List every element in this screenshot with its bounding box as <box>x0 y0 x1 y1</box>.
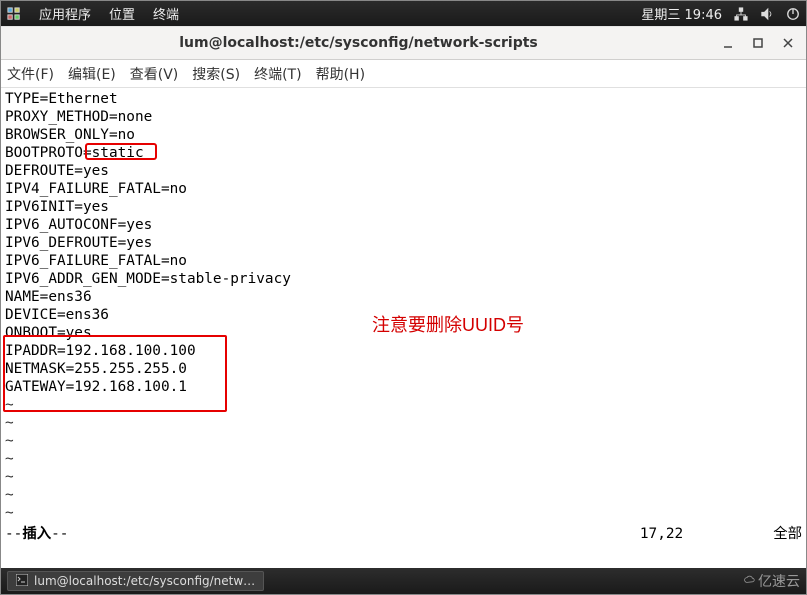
config-line: IPV6INIT=yes <box>5 198 806 216</box>
close-button[interactable] <box>778 33 798 53</box>
vim-mode-prefix: -- <box>5 525 22 543</box>
config-line: IPV6_ADDR_GEN_MODE=stable-privacy <box>5 270 806 288</box>
apps-launcher-icon[interactable] <box>7 7 21 21</box>
window-title: lum@localhost:/etc/sysconfig/network-scr… <box>9 35 708 51</box>
network-icon[interactable] <box>734 7 748 21</box>
config-line: IPV4_FAILURE_FATAL=no <box>5 180 806 198</box>
terminal-area[interactable]: TYPE=Ethernet PROXY_METHOD=none BROWSER_… <box>1 88 806 566</box>
vim-tilde: ~ <box>5 504 806 522</box>
power-icon[interactable] <box>786 7 800 21</box>
bottom-taskbar: lum@localhost:/etc/sysconfig/netw… 亿速云 <box>1 568 806 594</box>
cloud-icon <box>744 574 756 589</box>
vim-tilde: ~ <box>5 432 806 450</box>
annotation-text: 注意要删除UUID号 <box>372 316 524 334</box>
watermark-text: 亿速云 <box>758 571 800 591</box>
vim-status-line: -- 插入 -- 17,22 全部 <box>5 525 802 543</box>
vim-tilde: ~ <box>5 486 806 504</box>
vim-mode-suffix: -- <box>51 525 68 543</box>
minimize-button[interactable] <box>718 33 738 53</box>
config-line: BROWSER_ONLY=no <box>5 126 806 144</box>
config-line: TYPE=Ethernet <box>5 90 806 108</box>
config-line: PROXY_METHOD=none <box>5 108 806 126</box>
menu-applications[interactable]: 应用程序 <box>39 4 91 23</box>
clock-text[interactable]: 星期三 19:46 <box>641 4 722 23</box>
config-line: IPV6_DEFROUTE=yes <box>5 234 806 252</box>
taskbar-item-terminal[interactable]: lum@localhost:/etc/sysconfig/netw… <box>7 571 264 591</box>
menu-edit[interactable]: 编辑(E) <box>68 64 116 84</box>
highlight-ip-block <box>3 335 227 412</box>
menu-view[interactable]: 查看(V) <box>130 64 179 84</box>
menu-places[interactable]: 位置 <box>109 4 135 23</box>
system-top-bar: 应用程序 位置 终端 星期三 19:46 <box>1 1 806 26</box>
maximize-button[interactable] <box>748 33 768 53</box>
menu-terminal-item[interactable]: 终端(T) <box>254 64 301 84</box>
terminal-icon <box>16 574 28 589</box>
volume-icon[interactable] <box>760 7 774 21</box>
menu-terminal[interactable]: 终端 <box>153 4 179 23</box>
vim-tilde: ~ <box>5 468 806 486</box>
vim-scroll: 全部 <box>773 525 802 543</box>
vim-tilde: ~ <box>5 450 806 468</box>
highlight-bootproto <box>85 143 157 160</box>
config-line: IPV6_AUTOCONF=yes <box>5 216 806 234</box>
config-line: NAME=ens36 <box>5 288 806 306</box>
menubar: 文件(F) 编辑(E) 查看(V) 搜索(S) 终端(T) 帮助(H) <box>1 60 806 88</box>
menu-search[interactable]: 搜索(S) <box>192 64 240 84</box>
vim-position: 17,22 <box>640 525 683 543</box>
vim-mode: 插入 <box>22 525 51 543</box>
menu-file[interactable]: 文件(F) <box>7 64 54 84</box>
vim-tilde: ~ <box>5 414 806 432</box>
config-line: IPV6_FAILURE_FATAL=no <box>5 252 806 270</box>
config-line: DEFROUTE=yes <box>5 162 806 180</box>
watermark: 亿速云 <box>744 571 800 591</box>
window-titlebar[interactable]: lum@localhost:/etc/sysconfig/network-scr… <box>1 26 806 60</box>
taskbar-item-label: lum@localhost:/etc/sysconfig/netw… <box>34 574 255 588</box>
menu-help[interactable]: 帮助(H) <box>316 64 365 84</box>
